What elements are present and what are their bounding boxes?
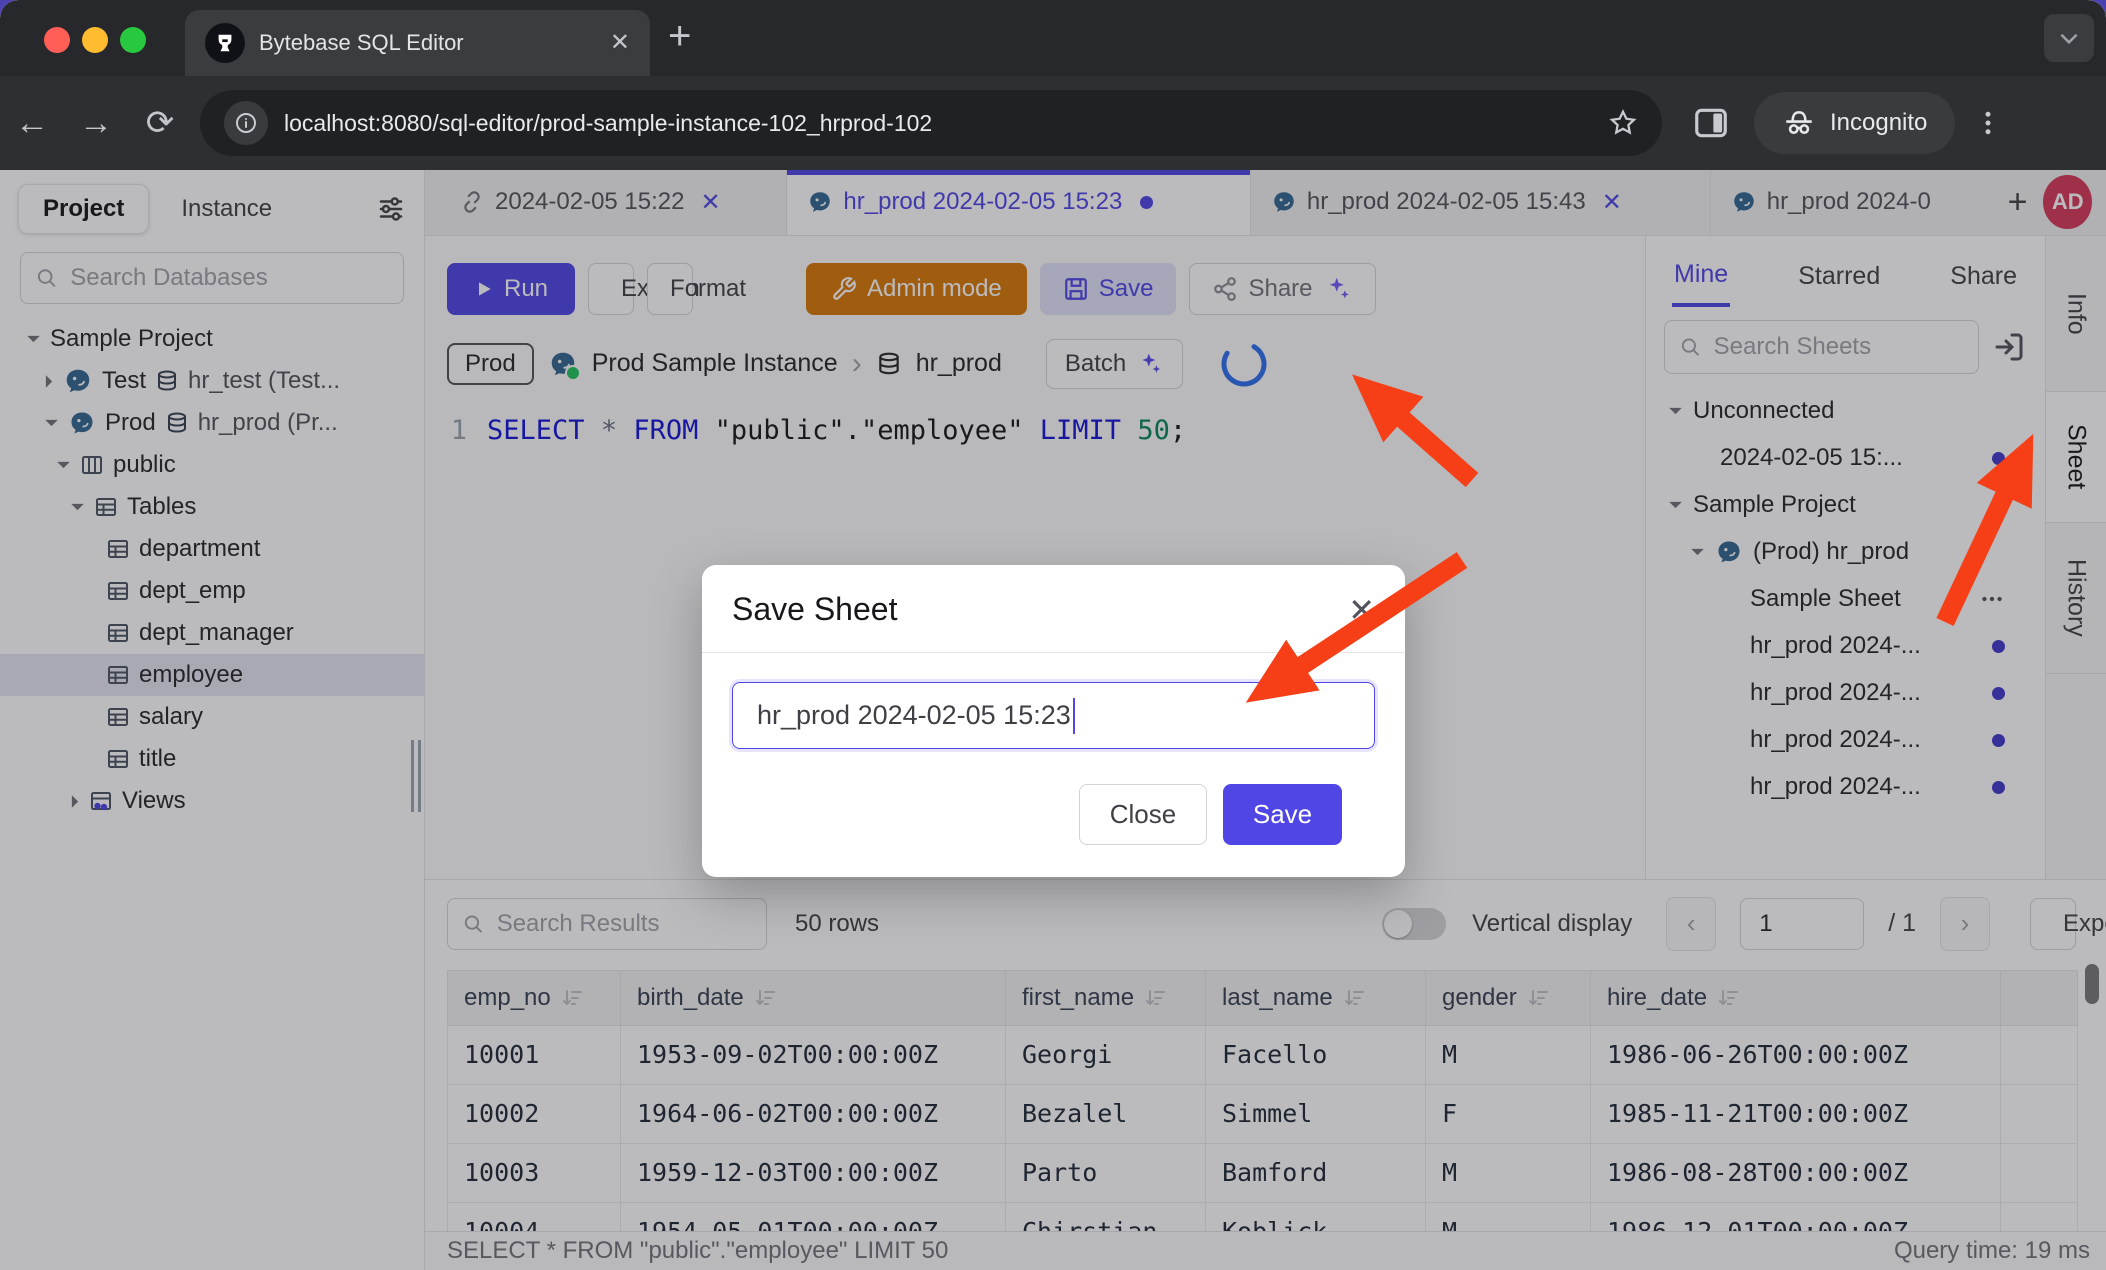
save-sheet-dialog: Save Sheet ✕ hr_prod 2024-02-05 15:23 Cl…: [702, 565, 1405, 877]
bookmark-star-icon[interactable]: [1608, 108, 1638, 138]
site-info-icon[interactable]: [224, 101, 268, 145]
maximize-window-button[interactable]: [120, 27, 146, 53]
browser-chrome: Bytebase SQL Editor ✕ + ← → ⟳ localhost:…: [0, 0, 2106, 170]
close-window-button[interactable]: [44, 27, 70, 53]
bytebase-sql-editor: Project Instance Sample Project Test: [0, 170, 2106, 1270]
reload-button[interactable]: ⟳: [128, 103, 192, 143]
dialog-title: Save Sheet: [732, 591, 897, 628]
browser-tab-title: Bytebase SQL Editor: [259, 30, 596, 56]
incognito-label: Incognito: [1830, 109, 1927, 137]
window-controls: [44, 27, 146, 53]
browser-tab-close-icon[interactable]: ✕: [610, 31, 630, 55]
save-confirm-button[interactable]: Save: [1223, 784, 1342, 845]
new-tab-button[interactable]: +: [668, 14, 691, 59]
address-bar[interactable]: localhost:8080/sql-editor/prod-sample-in…: [200, 90, 1662, 156]
side-panel-icon[interactable]: [1692, 104, 1730, 142]
dialog-close-icon[interactable]: ✕: [1348, 594, 1375, 626]
back-button[interactable]: ←: [0, 104, 64, 143]
incognito-badge: Incognito: [1754, 92, 1955, 154]
browser-tab[interactable]: Bytebase SQL Editor ✕: [185, 10, 650, 76]
text-cursor: [1073, 698, 1075, 734]
bytebase-favicon: [205, 23, 245, 63]
sheet-name-value: hr_prod 2024-02-05 15:23: [757, 700, 1071, 731]
browser-window: Bytebase SQL Editor ✕ + ← → ⟳ localhost:…: [0, 0, 2106, 1270]
close-button[interactable]: Close: [1079, 784, 1207, 845]
incognito-icon: [1782, 106, 1816, 140]
minimize-window-button[interactable]: [82, 27, 108, 53]
url-text: localhost:8080/sql-editor/prod-sample-in…: [284, 110, 1592, 137]
browser-menu-icon[interactable]: [1973, 108, 2003, 138]
chevron-down-icon: [2056, 25, 2082, 51]
forward-button[interactable]: →: [64, 104, 128, 143]
tab-list-chevron-button[interactable]: [2044, 14, 2094, 62]
browser-tabstrip: Bytebase SQL Editor ✕ +: [0, 0, 2106, 76]
sheet-name-input[interactable]: hr_prod 2024-02-05 15:23: [732, 682, 1375, 749]
browser-toolbar: ← → ⟳ localhost:8080/sql-editor/prod-sam…: [0, 76, 2106, 170]
